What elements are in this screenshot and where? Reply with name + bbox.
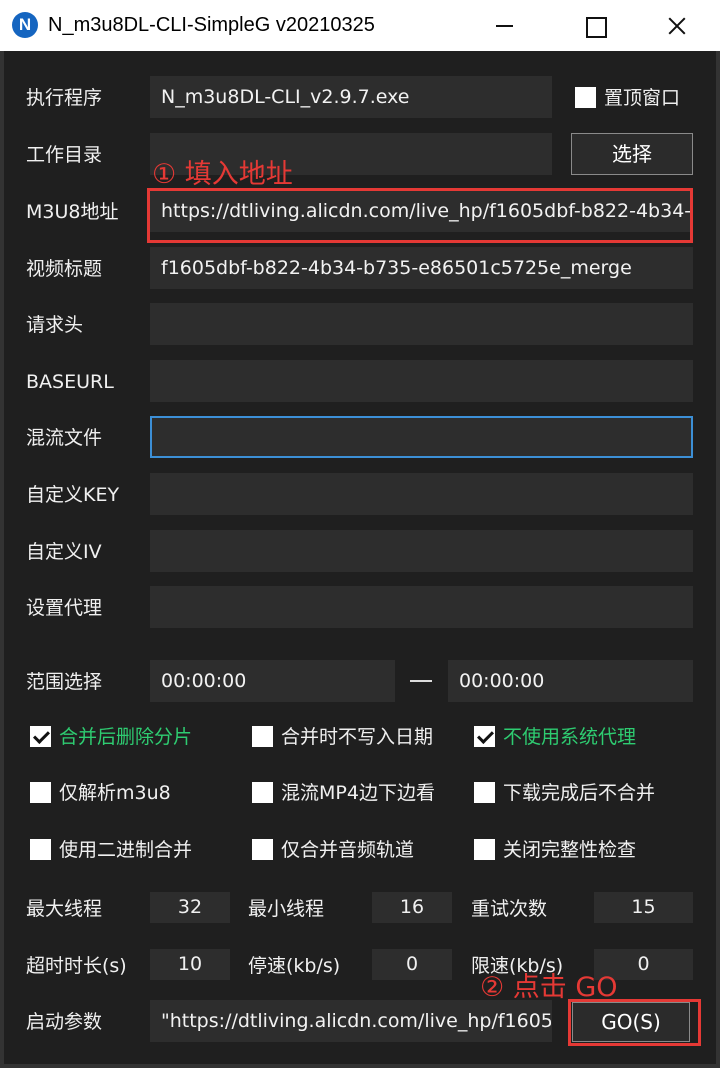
baseurl-label: BASEURL xyxy=(26,371,114,393)
range-separator xyxy=(410,680,432,682)
mux-file-label: 混流文件 xyxy=(26,427,103,449)
annotation-highlight-go xyxy=(568,999,701,1046)
timeout-label: 超时时长(s) xyxy=(26,955,127,977)
headers-label: 请求头 xyxy=(26,314,84,336)
topmost-checkbox[interactable]: 置顶窗口 xyxy=(575,85,705,111)
binary-merge-checkbox[interactable]: 使用二进制合并 xyxy=(30,837,240,863)
proxy-field[interactable] xyxy=(150,586,693,628)
exe-label: 执行程序 xyxy=(26,87,103,109)
window-title: N_m3u8DL-CLI-SimpleG v20210325 xyxy=(48,14,375,36)
mux-mp4-live-label: 混流MP4边下边看 xyxy=(281,782,435,804)
baseurl-field[interactable] xyxy=(150,360,693,402)
video-title-field[interactable]: f1605dbf-b822-4b34-b735-e86501c5725e_mer… xyxy=(150,247,693,289)
select-button[interactable]: 选择 xyxy=(571,133,693,175)
no-date-box[interactable] xyxy=(252,726,273,747)
headers-field[interactable] xyxy=(150,303,693,345)
timeout-field[interactable]: 10 xyxy=(150,949,230,980)
custom-iv-label: 自定义IV xyxy=(26,541,102,563)
m3u8-label: M3U8地址 xyxy=(26,201,119,223)
range-start-field[interactable]: 00:00:00 xyxy=(150,660,395,702)
parse-only-box[interactable] xyxy=(30,782,51,803)
parse-only-checkbox[interactable]: 仅解析m3u8 xyxy=(30,780,240,806)
mux-mp4-live-box[interactable] xyxy=(252,782,273,803)
audio-only-label: 仅合并音频轨道 xyxy=(281,839,415,861)
minimize-button[interactable] xyxy=(460,0,550,51)
audio-only-box[interactable] xyxy=(252,839,273,860)
workdir-label: 工作目录 xyxy=(26,144,103,166)
launch-args-label: 启动参数 xyxy=(26,1011,103,1033)
annotation-step1: ① 填入地址 xyxy=(152,159,293,190)
no-merge-checkbox[interactable]: 下载完成后不合并 xyxy=(474,780,684,806)
no-merge-label: 下载完成后不合并 xyxy=(503,782,656,804)
mux-mp4-live-checkbox[interactable]: 混流MP4边下边看 xyxy=(252,780,462,806)
annotation-highlight-url xyxy=(147,188,693,243)
binary-merge-box[interactable] xyxy=(30,839,51,860)
exe-field[interactable]: N_m3u8DL-CLI_v2.9.7.exe xyxy=(150,76,552,118)
maximize-button[interactable] xyxy=(550,0,640,51)
retry-field[interactable]: 15 xyxy=(594,892,693,923)
no-system-proxy-checkbox[interactable]: 不使用系统代理 xyxy=(474,724,684,750)
topmost-label: 置顶窗口 xyxy=(604,87,681,109)
disable-check-checkbox[interactable]: 关闭完整性检查 xyxy=(474,837,684,863)
delete-after-merge-checkbox[interactable]: 合并后删除分片 xyxy=(30,724,240,750)
no-system-proxy-label: 不使用系统代理 xyxy=(503,726,637,748)
range-label: 范围选择 xyxy=(26,671,103,693)
no-date-checkbox[interactable]: 合并时不写入日期 xyxy=(252,724,462,750)
audio-only-checkbox[interactable]: 仅合并音频轨道 xyxy=(252,837,462,863)
stop-speed-field[interactable]: 0 xyxy=(372,949,452,980)
delete-after-merge-label: 合并后删除分片 xyxy=(59,726,193,748)
title-bar: N N_m3u8DL-CLI-SimpleG v20210325 xyxy=(0,0,720,51)
min-threads-field[interactable]: 16 xyxy=(372,892,452,923)
disable-check-label: 关闭完整性检查 xyxy=(503,839,637,861)
disable-check-box[interactable] xyxy=(474,839,495,860)
app-icon: N xyxy=(12,12,38,38)
custom-key-label: 自定义KEY xyxy=(26,484,120,506)
max-threads-field[interactable]: 32 xyxy=(150,892,230,923)
parse-only-label: 仅解析m3u8 xyxy=(59,782,171,804)
mux-file-field[interactable] xyxy=(150,416,693,458)
stop-speed-label: 停速(kb/s) xyxy=(248,955,341,977)
close-button[interactable] xyxy=(630,0,720,51)
min-threads-label: 最小线程 xyxy=(248,898,325,920)
no-system-proxy-box[interactable] xyxy=(474,726,495,747)
custom-iv-field[interactable] xyxy=(150,530,693,572)
range-end-field[interactable]: 00:00:00 xyxy=(448,660,693,702)
retry-label: 重试次数 xyxy=(471,898,548,920)
topmost-checkbox-box[interactable] xyxy=(575,87,596,108)
custom-key-field[interactable] xyxy=(150,473,693,515)
video-title-label: 视频标题 xyxy=(26,258,103,280)
proxy-label: 设置代理 xyxy=(26,597,103,619)
binary-merge-label: 使用二进制合并 xyxy=(59,839,193,861)
no-merge-box[interactable] xyxy=(474,782,495,803)
max-threads-label: 最大线程 xyxy=(26,898,103,920)
delete-after-merge-box[interactable] xyxy=(30,726,51,747)
no-date-label: 合并时不写入日期 xyxy=(281,726,434,748)
launch-args-field[interactable]: "https://dtliving.alicdn.com/live_hp/f16… xyxy=(150,1000,552,1042)
